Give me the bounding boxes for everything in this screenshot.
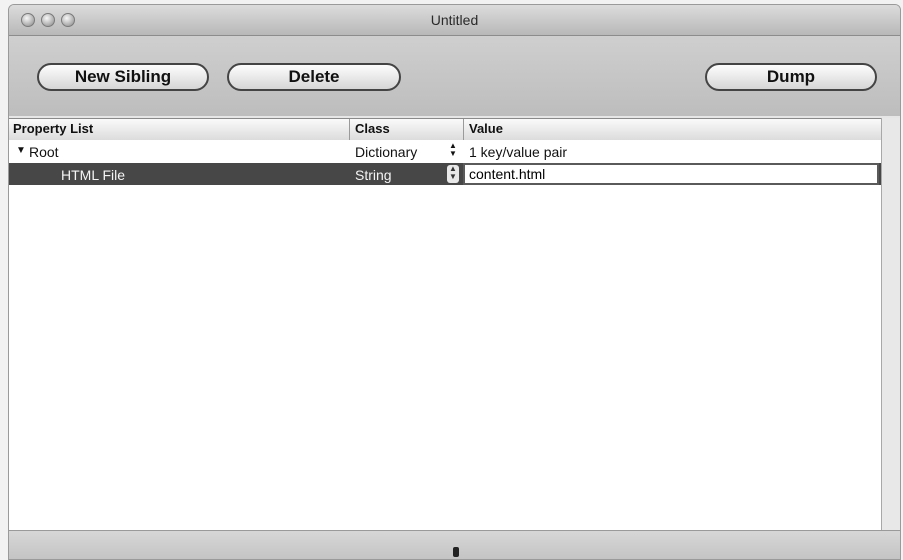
title-bar[interactable]: Untitled [9,5,900,36]
bottom-bar [9,530,900,559]
window-title: Untitled [430,12,479,28]
new-sibling-button[interactable]: New Sibling [37,63,209,91]
row-value-label: 1 key/value pair [469,144,568,160]
table-row-root[interactable]: ▼ Root Dictionary ▲ ▼ 1 key/value pair [9,140,882,162]
row-key-label: HTML File [61,167,126,183]
class-stepper-icon[interactable]: ▲ ▼ [447,165,459,183]
row-class-label[interactable]: Dictionary [355,144,417,160]
resize-grip-icon[interactable] [453,547,459,557]
dump-button[interactable]: Dump [705,63,877,91]
plist-editor-window: Untitled New Sibling Delete Dump Propert… [8,4,901,560]
row-class-label[interactable]: String [355,167,392,183]
column-header-class[interactable]: Class [355,121,390,136]
delete-button[interactable]: Delete [227,63,401,91]
disclosure-triangle-down-icon[interactable]: ▼ [16,145,26,156]
column-header-value[interactable]: Value [469,121,503,136]
table-header: Property List Class Value [9,118,900,141]
value-edit-field[interactable] [463,163,879,185]
column-divider[interactable] [463,119,464,140]
column-divider[interactable] [349,119,350,140]
toolbar: New Sibling Delete Dump [9,36,900,116]
row-key-label: Root [29,144,59,160]
column-header-property-list[interactable]: Property List [13,121,93,136]
class-stepper-icon[interactable]: ▲ ▼ [447,142,459,160]
table-row-html-file[interactable]: HTML File String ▲ ▼ [9,163,882,185]
vertical-scrollbar[interactable] [881,118,900,531]
outline-view[interactable]: ▼ Root Dictionary ▲ ▼ 1 key/value pair HT… [9,140,882,531]
